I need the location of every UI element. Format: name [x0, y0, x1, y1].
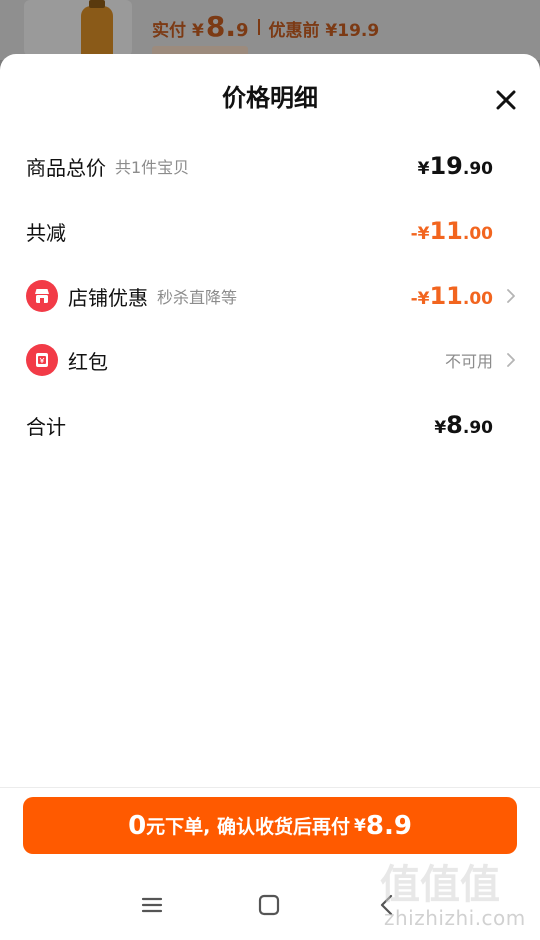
close-icon[interactable]	[492, 86, 520, 114]
background-product-header: 实付 ¥ 8. 9 优惠前 ¥19.9	[0, 0, 540, 60]
row-total-discount: 共减 -¥ 11.00	[26, 211, 518, 251]
red-packet-status: 不可用	[444, 352, 493, 371]
subtotal-amount: ¥19.90	[417, 152, 493, 180]
price-detail-sheet: 价格明细 商品总价 共1件宝贝 ¥19.90 共减 -¥ 11.00 店铺优惠 …	[0, 54, 540, 940]
total-discount-label: 共减	[26, 220, 66, 245]
watermark-text: zhizhizhi.com	[384, 906, 526, 930]
menu-icon[interactable]	[139, 892, 165, 918]
red-packet-label: 红包	[68, 349, 108, 374]
original-price-label: 优惠前 ¥19.9	[268, 21, 380, 41]
shop-discount-label: 店铺优惠	[68, 285, 148, 310]
background-price-line: 实付 ¥ 8. 9 优惠前 ¥19.9	[152, 10, 379, 43]
paid-amount-int: 8.	[205, 10, 236, 43]
price-separator	[257, 18, 260, 35]
red-packet-icon	[26, 344, 58, 376]
cta-zero: 0	[128, 810, 147, 841]
subtotal-label: 商品总价	[26, 155, 106, 180]
home-icon[interactable]	[256, 892, 282, 918]
chevron-right-icon	[506, 288, 516, 304]
row-red-packet[interactable]: 红包 不可用	[26, 340, 518, 380]
row-shop-discount[interactable]: 店铺优惠 秒杀直降等 -¥ 11.00	[26, 276, 518, 316]
total-discount-amount: -¥ 11.00	[410, 217, 493, 245]
footer-divider	[0, 787, 540, 788]
sheet-title: 价格明细	[222, 84, 318, 112]
shop-discount-amount: -¥ 11.00	[410, 282, 493, 310]
cta-amount: 8.9	[365, 810, 412, 841]
item-count: 共1件宝贝	[115, 158, 190, 177]
chevron-right-icon	[506, 352, 516, 368]
row-total: 合计 ¥8.90	[26, 405, 518, 445]
product-bottle-image	[81, 0, 113, 60]
watermark-glyph: 值值值	[380, 862, 500, 908]
paid-label: 实付	[152, 21, 186, 41]
paid-yen: ¥	[192, 21, 204, 41]
place-order-button[interactable]: 0 元下单, 确认收货后再付 ¥ 8.9	[23, 797, 517, 854]
cta-yen: ¥	[354, 815, 366, 836]
total-label: 合计	[26, 414, 66, 439]
shop-icon	[26, 280, 58, 312]
cta-text: 元下单, 确认收货后再付	[146, 816, 351, 838]
row-subtotal: 商品总价 共1件宝贝 ¥19.90	[26, 146, 518, 186]
product-thumbnail	[24, 0, 132, 60]
paid-amount-dec: 9	[235, 20, 249, 41]
watermark: 值值值 zhizhizhi.com	[380, 850, 530, 934]
shop-discount-note: 秒杀直降等	[157, 288, 238, 307]
total-amount: ¥8.90	[434, 411, 493, 439]
